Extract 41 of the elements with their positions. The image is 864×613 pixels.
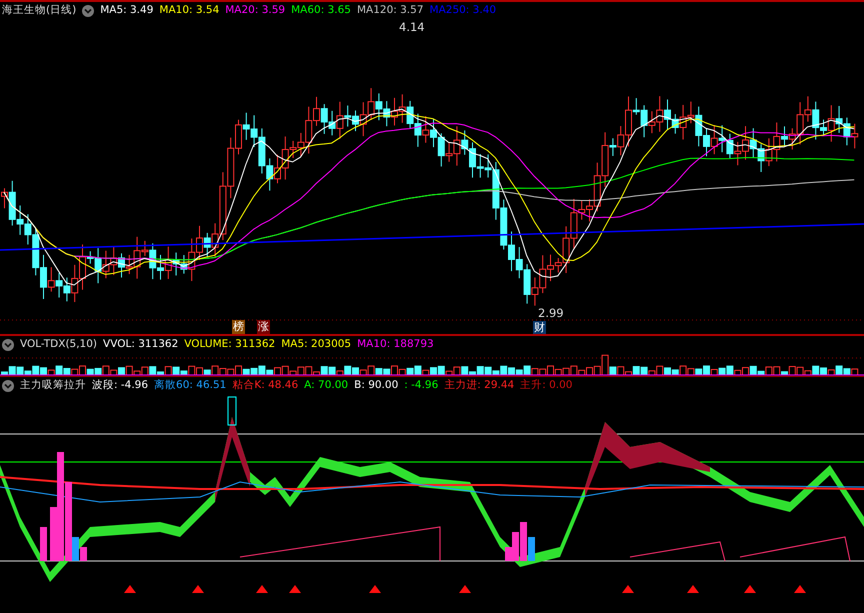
legend-value: 粘合K: 48.46 (232, 378, 298, 393)
triangle-marker (794, 585, 806, 593)
legend-value: VVOL: 311362 (103, 337, 178, 352)
legend-value: 主升: 0.00 (520, 378, 572, 393)
legend-value: VOLUME: 311362 (184, 337, 276, 352)
low-price-label: 2.99 (538, 305, 564, 322)
high-price-label: 4.14 (399, 19, 425, 36)
legend-value: A: 70.00 (304, 378, 348, 393)
triangle-marker (256, 585, 268, 593)
legend-value: 离散60: 46.51 (154, 378, 226, 393)
legend-value: MA10: 3.54 (159, 3, 220, 18)
collapse-icon[interactable] (2, 380, 14, 392)
legend-value: B: 90.00 (354, 378, 398, 393)
triangle-marker (622, 585, 634, 593)
indicator-title: VOL-TDX(5,10) (20, 337, 98, 352)
stock-tag[interactable]: 财 (533, 321, 546, 335)
legend-value: MA10: 188793 (357, 337, 434, 352)
legend-value: : -4.96 (404, 378, 438, 393)
legend-value: MA250: 3.40 (430, 3, 496, 18)
stock-tag[interactable]: 榜 (232, 320, 245, 334)
indicator-title: 主力吸筹拉升 (20, 378, 86, 393)
legend-value: MA120: 3.57 (356, 3, 424, 18)
triangle-marker (459, 585, 471, 593)
triangle-marker (289, 585, 301, 593)
legend-value: MA5: 3.49 (100, 3, 154, 18)
triangle-marker (369, 585, 381, 593)
collapse-icon[interactable] (82, 4, 94, 17)
legend-value: 主力进: 29.44 (444, 378, 514, 393)
legend-value: 波段: -4.96 (92, 378, 148, 393)
triangle-marker (192, 585, 204, 593)
indicator-bar (228, 396, 236, 426)
legend-value: MA5: 203005 (281, 337, 352, 352)
triangle-marker (744, 585, 756, 593)
legend-value: MA20: 3.59 (225, 3, 286, 18)
stock-tag[interactable]: 涨 (257, 320, 270, 334)
legend-value: MA60: 3.65 (291, 3, 351, 18)
triangle-marker (687, 585, 699, 593)
indicator-bar (40, 527, 47, 561)
collapse-icon[interactable] (2, 338, 14, 351)
triangle-marker (124, 585, 136, 593)
indicator-title: 海王生物(日线) (2, 3, 76, 18)
